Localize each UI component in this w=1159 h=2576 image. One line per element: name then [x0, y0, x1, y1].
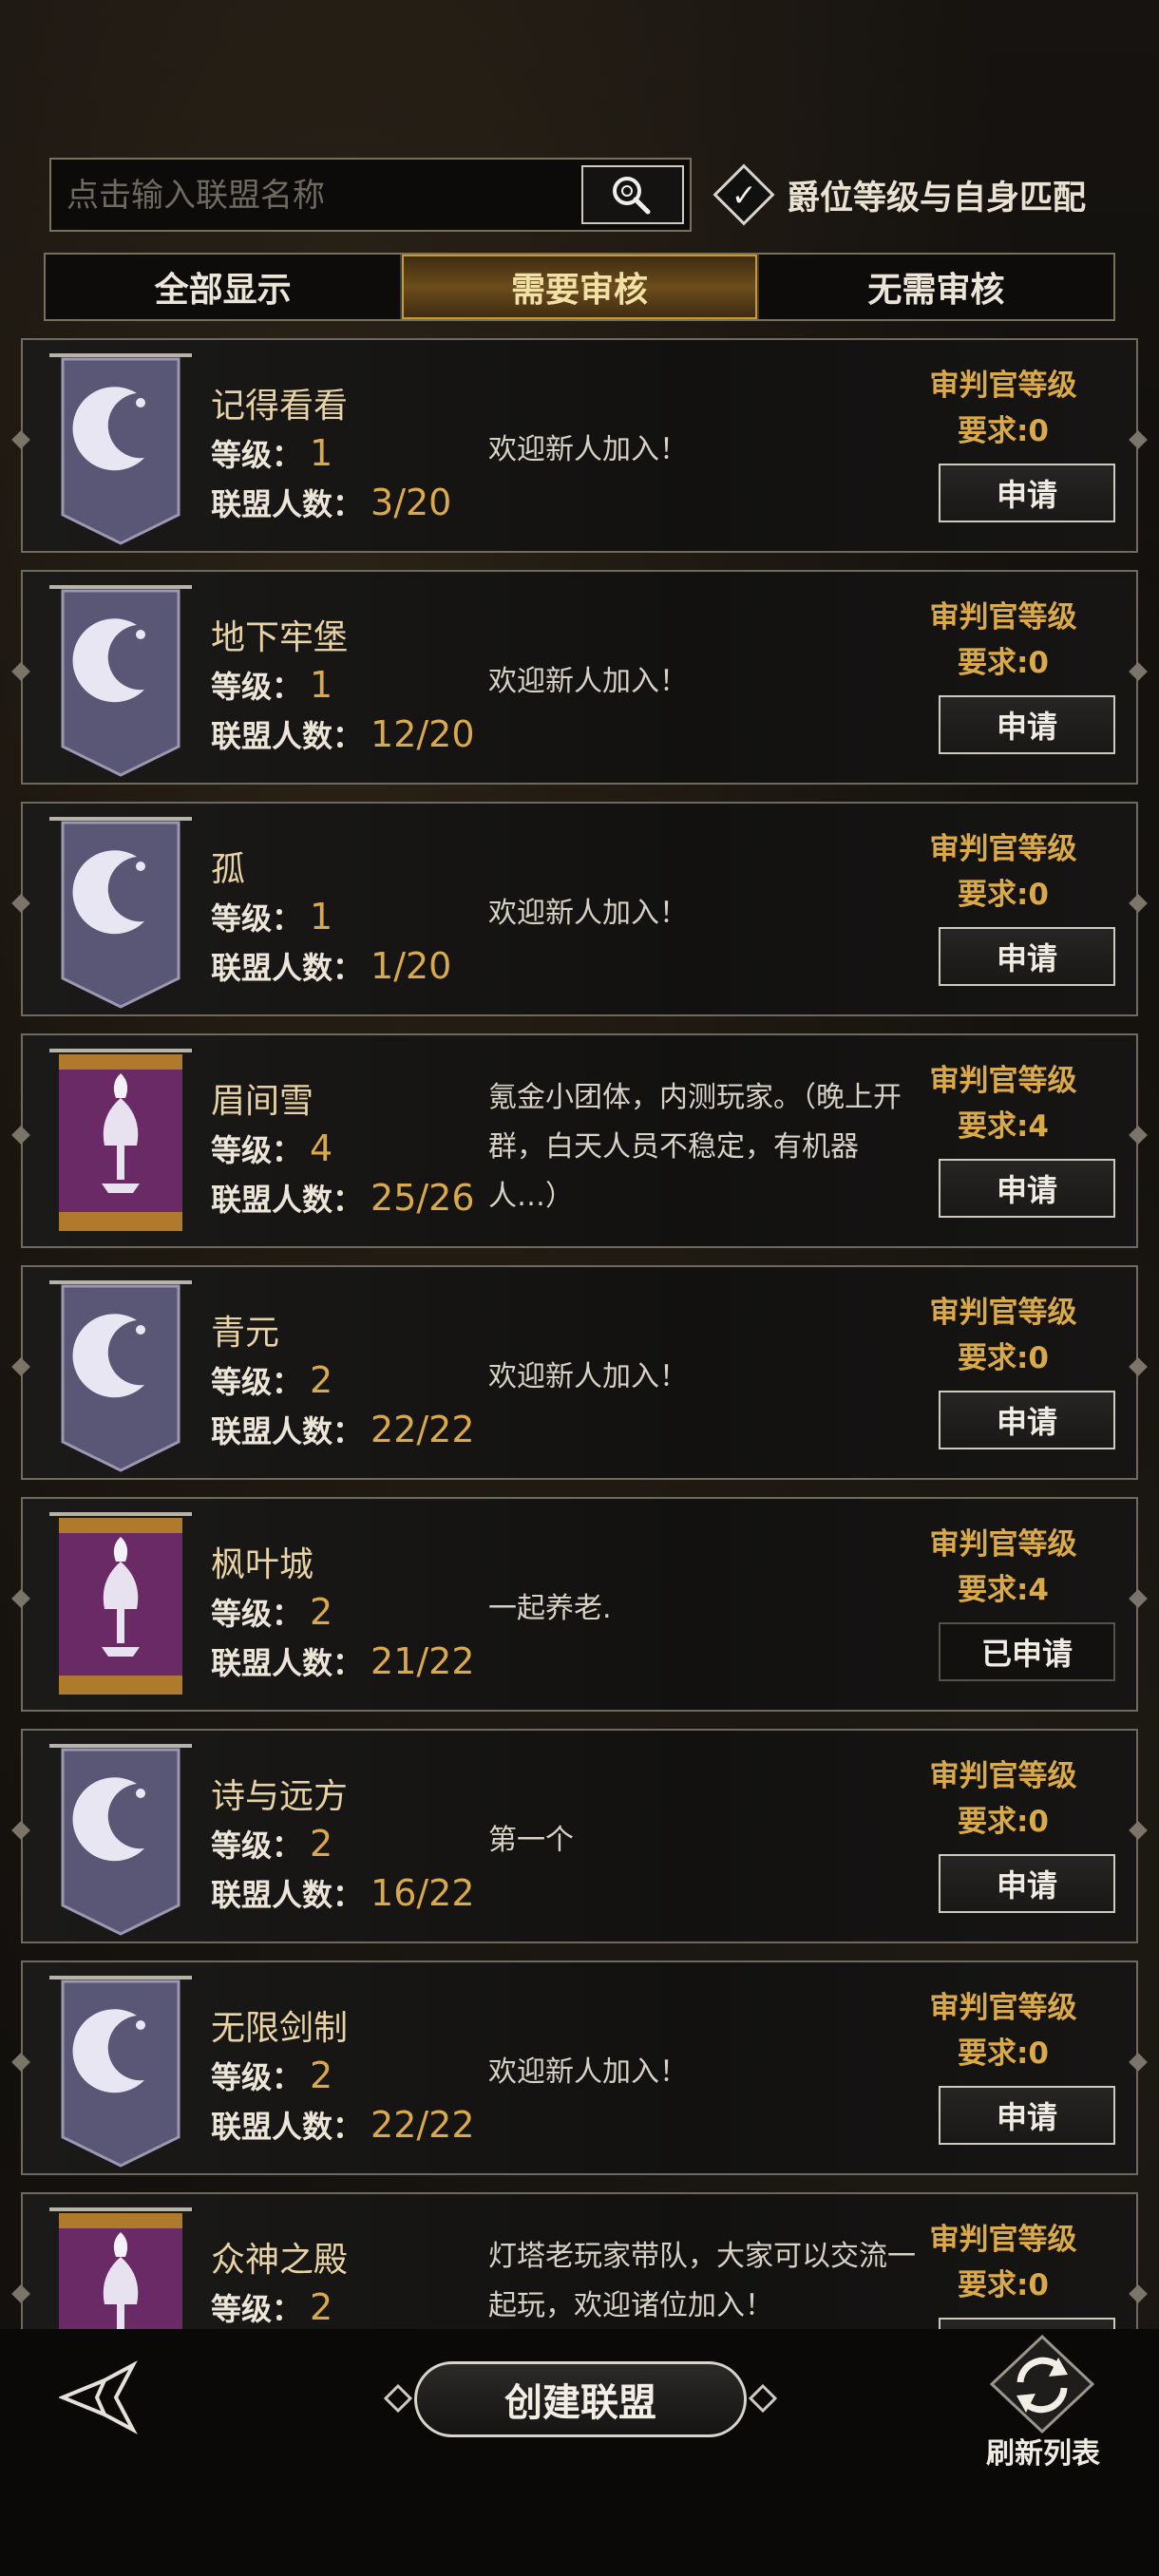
alliance-banner-icon	[49, 1976, 192, 2168]
apply-button[interactable]: 已申请	[939, 1622, 1115, 1681]
alliance-member-count: 联盟人数： 22/22	[211, 2104, 475, 2146]
search-button[interactable]	[581, 165, 684, 224]
apply-button[interactable]: 申请	[939, 2086, 1115, 2145]
alliance-name: 孤	[211, 850, 246, 889]
back-icon[interactable]	[59, 2359, 154, 2435]
alliance-level: 等级： 1	[211, 664, 333, 706]
requirement-title: 审判官等级	[929, 600, 1077, 635]
alliance-name: 诗与远方	[211, 1777, 349, 1816]
apply-button[interactable]: 申请	[939, 2318, 1115, 2329]
tab-needs-review[interactable]: 需要审核	[402, 255, 759, 319]
alliance-name: 众神之殿	[211, 2241, 349, 2280]
alliance-description: 欢迎新人加入！	[488, 433, 688, 466]
alliance-level: 等级： 4	[211, 1127, 333, 1169]
tab-no-review[interactable]: 无需审核	[759, 255, 1113, 319]
requirement-value: 要求:0	[958, 646, 1049, 680]
alliance-description: 一起养老.	[488, 1592, 612, 1625]
requirement-value: 要求:0	[958, 1341, 1049, 1375]
alliance-banner-icon	[49, 1280, 192, 1472]
requirement-title: 审判官等级	[929, 1527, 1077, 1562]
alliance-banner-icon	[49, 1049, 192, 1231]
requirement-title: 审判官等级	[929, 1991, 1077, 2025]
requirement-value: 要求:0	[958, 878, 1049, 912]
check-icon: ✓	[731, 177, 757, 213]
alliance-card[interactable]: 孤等级： 1 联盟人数： 1/20 欢迎新人加入！ 审判官等级要求:0 申请	[21, 802, 1138, 1016]
rank-match-toggle[interactable]: ✓ 爵位等级与自身匹配	[712, 163, 1087, 226]
alliance-name-input[interactable]	[65, 160, 581, 232]
alliance-list[interactable]: 记得看看 等级： 1 联盟人数： 3/20 欢迎新人加入！ 审判官等级 要求:0 申请 地下牢堡等…	[0, 334, 1159, 2329]
alliance-banner-icon	[49, 2207, 192, 2329]
apply-button[interactable]: 申请	[939, 695, 1115, 754]
alliance-banner-icon	[49, 1744, 192, 1936]
alliance-banner-icon	[49, 817, 192, 1009]
ornament-left-icon	[384, 2384, 412, 2413]
checkbox[interactable]: ✓	[712, 163, 775, 226]
alliance-member-count: 联盟人数： 22/22	[211, 1409, 475, 1450]
alliance-name: 眉间雪	[211, 1082, 314, 1121]
alliance-banner-icon	[49, 585, 192, 777]
requirement-value: 要求:0	[958, 2036, 1049, 2071]
alliance-card[interactable]: 无限剑制等级： 2 联盟人数： 22/22 欢迎新人加入！ 审判官等级要求:0 申请	[21, 1960, 1138, 2175]
alliance-level: 等级： 2	[211, 1591, 333, 1633]
alliance-description: 欢迎新人加入！	[488, 665, 688, 698]
alliance-name: 无限剑制	[211, 2009, 349, 2048]
alliance-description: 欢迎新人加入！	[488, 2055, 688, 2089]
requirement-value: 要求:4	[958, 1109, 1049, 1144]
alliance-card[interactable]: 地下牢堡等级： 1 联盟人数： 12/20 欢迎新人加入！ 审判官等级要求:0 申请	[21, 570, 1138, 785]
alliance-member-count: 联盟人数： 21/22	[211, 1640, 475, 1682]
alliance-name: 枫叶城	[211, 1545, 314, 1584]
search-icon	[613, 177, 651, 215]
requirement-title: 审判官等级	[929, 1759, 1077, 1793]
alliance-member-count: 联盟人数： 3/20	[211, 482, 452, 523]
alliance-name: 地下牢堡	[211, 618, 349, 657]
requirement-value: 要求:4	[958, 1573, 1049, 1607]
alliance-name: 记得看看	[211, 387, 349, 426]
ornament-right-icon	[749, 2384, 777, 2413]
apply-button[interactable]: 申请	[939, 1159, 1115, 1218]
tab-show-all[interactable]: 全部显示	[46, 255, 403, 319]
alliance-name: 青元	[211, 1314, 280, 1353]
alliance-member-count: 联盟人数： 12/20	[211, 713, 475, 755]
rank-match-label: 爵位等级与自身匹配	[787, 179, 1087, 218]
requirement-value: 要求:0	[958, 2268, 1049, 2302]
filter-tabs: 全部显示 需要审核 无需审核	[44, 253, 1115, 321]
alliance-banner-icon	[49, 353, 192, 545]
alliance-member-count: 联盟人数： 1/20	[211, 945, 452, 987]
requirement-title: 审判官等级	[929, 1064, 1077, 1098]
requirement-title: 审判官等级	[929, 369, 1077, 403]
requirement-value: 要求:0	[958, 1805, 1049, 1839]
alliance-description: 灯塔老玩家带队，大家可以交流一起玩，欢迎诸位加入！	[488, 2240, 916, 2322]
alliance-description: 氪金小团体，内测玩家。（晚上开群，白天人员不稳定，有机器人…）	[488, 1081, 902, 1213]
alliance-card[interactable]: 记得看看等级： 1 联盟人数： 3/20 欢迎新人加入！ 审判官等级要求:0 申请	[21, 338, 1138, 553]
alliance-level: 等级： 2	[211, 1359, 333, 1401]
alliance-card[interactable]: 众神之殿等级：2联盟人数：灯塔老玩家带队，大家可以交流一起玩，欢迎诸位加入！审判…	[21, 2192, 1138, 2329]
apply-button[interactable]: 申请	[939, 1391, 1115, 1449]
alliance-level: 等级： 2	[211, 2055, 333, 2096]
requirement-title: 审判官等级	[929, 2223, 1077, 2257]
alliance-level: 等级： 1	[211, 896, 333, 938]
bottom-bar: 创建联盟 刷新列表	[0, 2329, 1159, 2576]
alliance-member-count: 联盟人数： 25/26	[211, 1177, 475, 1219]
requirement-title: 审判官等级	[929, 832, 1077, 866]
alliance-member-count: 联盟人数： 16/22	[211, 1872, 475, 1914]
apply-button[interactable]: 申请	[939, 464, 1115, 522]
alliance-level: 等级： 2	[211, 2286, 333, 2328]
alliance-card[interactable]: 眉间雪等级： 4 联盟人数： 25/26 氪金小团体，内测玩家。（晚上开群，白天人员不稳…	[21, 1033, 1138, 1248]
refresh-list-label: 刷新列表	[986, 2437, 1100, 2471]
create-alliance-button[interactable]: 创建联盟	[414, 2361, 747, 2437]
apply-button[interactable]: 申请	[939, 927, 1115, 986]
alliance-banner-icon	[49, 1512, 192, 1695]
alliance-level: 等级： 2	[211, 1823, 333, 1865]
alliance-card[interactable]: 青元等级： 2 联盟人数： 22/22 欢迎新人加入！ 审判官等级要求:0 申请	[21, 1265, 1138, 1480]
search-box	[49, 158, 692, 232]
alliance-card[interactable]: 诗与远方等级： 2 联盟人数： 16/22 第一个 审判官等级要求:0 申请	[21, 1729, 1138, 1943]
alliance-description: 欢迎新人加入！	[488, 1360, 688, 1393]
requirement-title: 审判官等级	[929, 1296, 1077, 1330]
alliance-description: 第一个	[488, 1824, 574, 1857]
alliance-description: 欢迎新人加入！	[488, 897, 688, 930]
alliance-card[interactable]: 枫叶城等级： 2 联盟人数： 21/22 一起养老. 审判官等级要求:4 已申请	[21, 1497, 1138, 1712]
apply-button[interactable]: 申请	[939, 1854, 1115, 1913]
alliance-level: 等级： 1	[211, 432, 333, 474]
requirement-value: 要求:0	[958, 414, 1049, 448]
